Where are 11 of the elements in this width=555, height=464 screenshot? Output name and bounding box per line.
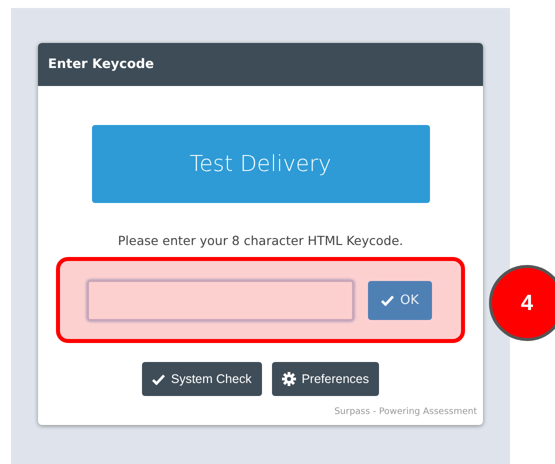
- settings-icon: [282, 372, 296, 386]
- dialog-title: Enter Keycode: [48, 57, 154, 72]
- ok-button[interactable]: OK: [368, 280, 432, 320]
- test-delivery-banner: Test Delivery: [92, 125, 430, 203]
- footer-text: Surpass - Powering Assessment: [334, 407, 477, 417]
- check-icon: [381, 294, 394, 306]
- check-icon: [152, 374, 165, 384]
- system-check-button[interactable]: System Check: [142, 362, 262, 396]
- preferences-button[interactable]: Preferences: [272, 362, 379, 396]
- keycode-field[interactable]: [87, 280, 354, 320]
- instruction-text: Please enter your 8 character HTML Keycode.: [118, 233, 404, 248]
